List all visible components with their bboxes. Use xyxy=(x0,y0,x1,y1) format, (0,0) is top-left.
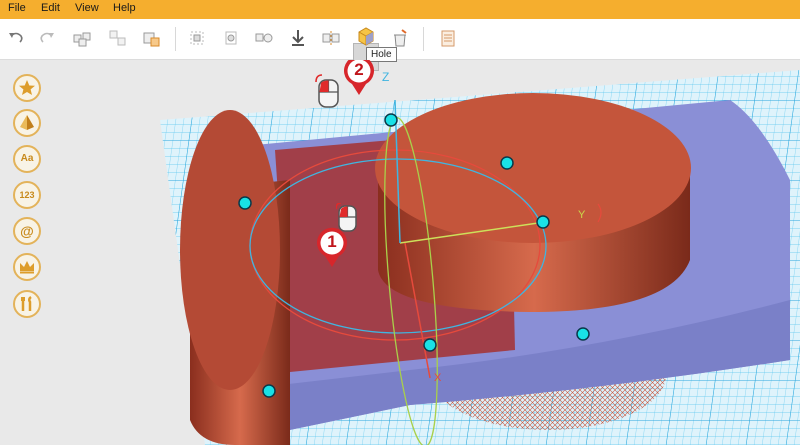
at-icon: @ xyxy=(20,223,34,239)
pillar-top xyxy=(180,110,280,390)
tools-icon xyxy=(21,295,32,311)
split-icon[interactable] xyxy=(320,27,342,49)
handle[interactable] xyxy=(500,156,514,170)
sidebar-item-tools[interactable] xyxy=(13,290,41,318)
3d-viewport[interactable]: Z Y X Aa 123 @ 1 2 xyxy=(0,60,800,445)
menu-edit[interactable]: Edit xyxy=(41,2,60,14)
axis-label-y: Y xyxy=(578,209,586,221)
sidebar-item-favorites[interactable] xyxy=(13,74,41,102)
handle[interactable] xyxy=(576,327,590,341)
pyramid-icon xyxy=(20,115,34,130)
handle[interactable] xyxy=(536,215,550,229)
import-icon[interactable] xyxy=(287,27,309,49)
callout-step-1: 1 xyxy=(315,226,349,268)
handle[interactable] xyxy=(384,113,398,127)
arrange-icon[interactable] xyxy=(140,27,162,49)
callout-step-2: 2 xyxy=(342,60,376,96)
toolbar xyxy=(0,19,800,71)
menu-view[interactable]: View xyxy=(75,2,99,14)
text-icon: Aa xyxy=(20,153,34,164)
align-icon[interactable] xyxy=(186,27,208,49)
undo-icon[interactable] xyxy=(5,27,27,49)
notes-icon[interactable] xyxy=(437,27,459,49)
menu-bar: File Edit View Help xyxy=(0,0,800,19)
star-icon xyxy=(19,80,35,95)
toolbar-separator xyxy=(423,27,424,51)
scene-canvas xyxy=(160,70,800,445)
hole-icon xyxy=(355,25,377,47)
recycle-icon[interactable] xyxy=(389,27,411,49)
mirror-icon[interactable] xyxy=(220,27,242,49)
ungroup-icon[interactable] xyxy=(106,27,128,49)
toolbar-separator xyxy=(175,27,176,51)
sidebar-item-crown[interactable] xyxy=(13,253,41,281)
cylinder-top xyxy=(375,93,691,243)
numbers-icon: 123 xyxy=(19,190,35,200)
handle[interactable] xyxy=(262,384,276,398)
sidebar-item-symbols[interactable]: @ xyxy=(13,217,41,245)
handle[interactable] xyxy=(238,196,252,210)
menu-file[interactable]: File xyxy=(8,2,26,14)
sidebar-item-text[interactable]: Aa xyxy=(13,145,41,173)
sidebar-item-numbers[interactable]: 123 xyxy=(13,181,41,209)
crown-icon xyxy=(20,261,34,274)
group-icon[interactable] xyxy=(71,27,93,49)
mouse-click-icon xyxy=(314,74,342,110)
array-icon[interactable] xyxy=(253,27,275,49)
axis-label-x: X xyxy=(434,372,442,384)
menu-help[interactable]: Help xyxy=(113,2,136,14)
handle[interactable] xyxy=(423,338,437,352)
sidebar-item-shapes[interactable] xyxy=(13,109,41,137)
redo-icon[interactable] xyxy=(36,27,58,49)
axis-label-z: Z xyxy=(382,70,390,84)
